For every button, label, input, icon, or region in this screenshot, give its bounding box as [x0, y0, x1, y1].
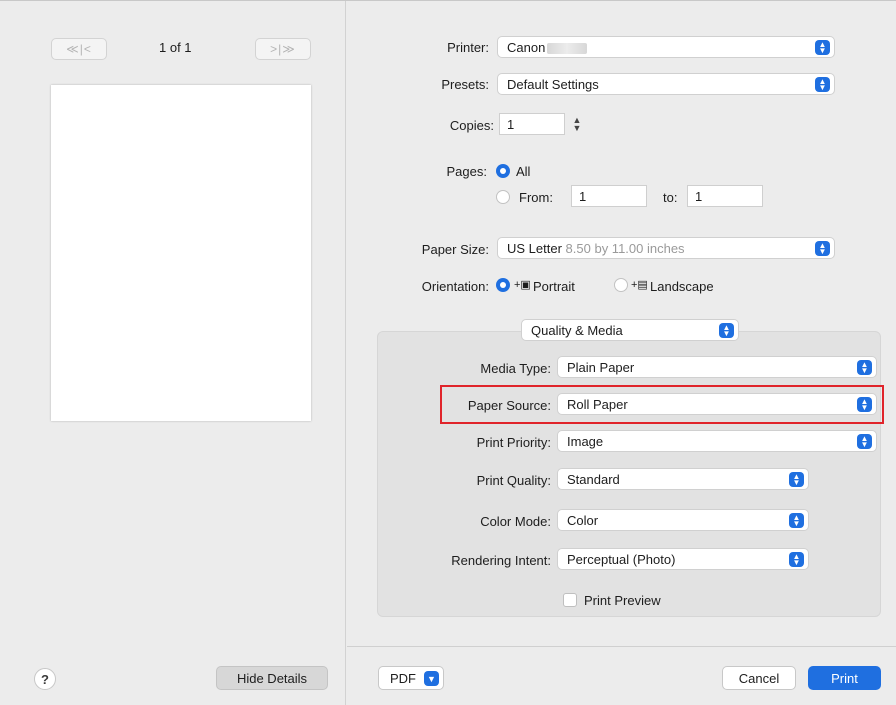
popup-stepper-icon: ▲ ▼ [815, 241, 830, 256]
panel-selector-popup[interactable]: Quality & Media ▲ ▼ [521, 319, 739, 341]
popup-stepper-icon: ▲ ▼ [815, 40, 830, 55]
presets-label: Presets: [441, 77, 489, 92]
popup-stepper-icon: ▲ ▼ [719, 323, 734, 338]
popup-stepper-icon: ▲ ▼ [789, 552, 804, 567]
color-mode-popup[interactable]: Color ▲ ▼ [557, 509, 809, 531]
page-count: 1 of 1 [159, 40, 192, 55]
redacted-model [547, 42, 588, 54]
popup-stepper-icon: ▲ ▼ [857, 360, 872, 375]
print-button[interactable]: Print [808, 666, 881, 690]
hide-details-button[interactable]: Hide Details [216, 666, 328, 690]
popup-stepper-icon: ▲ ▼ [815, 77, 830, 92]
print-quality-label: Print Quality: [476, 473, 551, 488]
orientation-portrait-radio[interactable] [496, 278, 510, 292]
pages-to-label: to: [663, 190, 678, 205]
pdf-menu-button[interactable]: PDF ▼ [378, 666, 444, 690]
paper-size-popup[interactable]: US Letter 8.50 by 11.00 inches ▲ ▼ [497, 237, 835, 259]
print-dialog: ≪|< 1 of 1 >|≫ ? Hide Details Printer: C… [0, 0, 896, 705]
print-preview-checkbox[interactable] [563, 593, 577, 607]
panel-selector-value: Quality & Media [531, 322, 623, 338]
media-type-popup[interactable]: Plain Paper ▲ ▼ [557, 356, 877, 378]
portrait-icon: +▣ [514, 279, 531, 291]
copies-field[interactable]: 1 [499, 113, 565, 135]
popup-stepper-icon: ▲ ▼ [789, 472, 804, 487]
paper-source-highlight [440, 385, 884, 424]
color-mode-label: Color Mode: [480, 514, 551, 529]
print-quality-value: Standard [567, 471, 620, 487]
pages-label: Pages: [446, 164, 487, 179]
paper-size-label: Paper Size: [421, 242, 489, 257]
presets-popup[interactable]: Default Settings ▲ ▼ [497, 73, 835, 95]
orientation-landscape-radio[interactable] [614, 278, 628, 292]
next-last-page-button[interactable]: >|≫ [255, 38, 311, 60]
rendering-intent-label: Rendering Intent: [451, 553, 551, 568]
pdf-label: PDF [390, 670, 416, 686]
pages-from-radio[interactable] [496, 190, 510, 204]
copies-label: Copies: [449, 118, 494, 133]
rendering-intent-value: Perceptual (Photo) [567, 551, 676, 567]
paper-size-detail: 8.50 by 11.00 inches [565, 240, 685, 256]
orientation-label: Orientation: [421, 279, 489, 294]
pages-from-field[interactable]: 1 [571, 185, 647, 207]
popup-stepper-icon: ▲ ▼ [857, 434, 872, 449]
first-prev-page-button[interactable]: ≪|< [51, 38, 107, 60]
print-priority-value: Image [567, 433, 604, 449]
pages-all-radio[interactable] [496, 164, 510, 178]
color-mode-value: Color [567, 512, 599, 528]
pages-all-label: All [516, 164, 531, 179]
print-quality-popup[interactable]: Standard ▲ ▼ [557, 468, 809, 490]
print-preview-label: Print Preview [584, 593, 661, 608]
presets-value: Default Settings [507, 76, 599, 92]
orientation-portrait-label: Portrait [533, 279, 575, 294]
printer-popup[interactable]: Canon ▲ ▼ [497, 36, 835, 58]
print-priority-popup[interactable]: Image ▲ ▼ [557, 430, 877, 452]
page-preview [51, 85, 311, 421]
printer-label: Printer: [447, 40, 489, 55]
orientation-landscape-label: Landscape [650, 279, 714, 294]
media-type-label: Media Type: [480, 361, 551, 376]
print-priority-label: Print Priority: [476, 435, 551, 450]
landscape-icon: +▤ [631, 279, 648, 291]
copies-stepper-icon[interactable]: ▲ ▼ [570, 113, 584, 135]
rendering-intent-popup[interactable]: Perceptual (Photo) ▲ ▼ [557, 548, 809, 570]
printer-value: Canon [507, 39, 546, 55]
popup-stepper-icon: ▲ ▼ [789, 513, 804, 528]
pages-from-label: From: [519, 190, 553, 205]
cancel-button[interactable]: Cancel [722, 666, 796, 690]
footer-divider [347, 646, 896, 647]
preview-pane: ≪|< 1 of 1 >|≫ ? Hide Details [0, 1, 346, 705]
paper-size-value: US Letter [507, 240, 562, 256]
chevron-down-icon: ▼ [424, 671, 439, 686]
pages-to-field[interactable]: 1 [687, 185, 763, 207]
help-button[interactable]: ? [34, 668, 56, 690]
media-type-value: Plain Paper [567, 359, 635, 375]
